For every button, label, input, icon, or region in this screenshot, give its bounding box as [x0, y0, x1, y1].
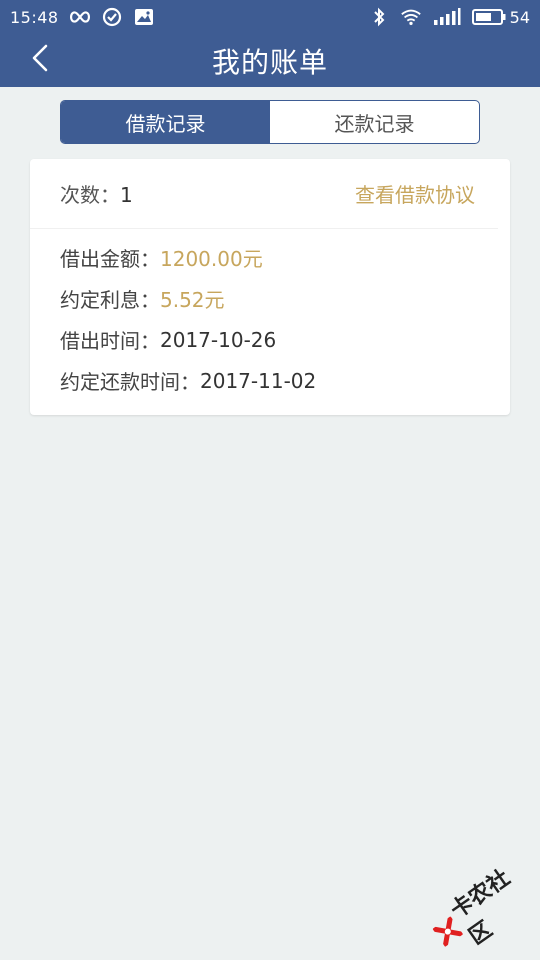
chevron-left-icon	[31, 44, 49, 76]
record-tabs: 借款记录 还款记录	[60, 100, 480, 144]
infinity-icon	[69, 7, 91, 27]
record-details: 借出金额： 1200.00元 约定利息： 5.52元 借出时间： 2017-10…	[30, 229, 510, 401]
loan-date-label: 借出时间：	[60, 329, 160, 353]
interest-label: 约定利息：	[60, 288, 160, 312]
count-line: 次数：1	[60, 179, 133, 208]
loan-amount-label: 借出金额：	[60, 247, 160, 271]
interest-value: 5.52元	[160, 288, 225, 312]
card-header: 次数：1 查看借款协议	[30, 159, 498, 229]
app-header: 我的账单	[0, 34, 540, 87]
view-agreement-link[interactable]: 查看借款协议	[355, 179, 475, 208]
count-label: 次数：	[60, 183, 120, 207]
app-screen: 15:48 54 我的账单 借款记录 还款记录 次数：1 查看借款协议 借出金额…	[0, 0, 540, 960]
wifi-icon	[400, 7, 422, 27]
watermark: 卡农社区	[417, 844, 540, 960]
battery-indicator: 54	[471, 7, 530, 27]
due-date-row: 约定还款时间： 2017-11-02	[60, 360, 510, 401]
status-bar-left: 15:48	[10, 7, 155, 27]
tab-repayment-records[interactable]: 还款记录	[270, 101, 479, 143]
status-bar-right: 54	[368, 7, 530, 27]
loan-date-value: 2017-10-26	[160, 327, 277, 352]
status-time: 15:48	[10, 7, 59, 27]
page-title: 我的账单	[211, 45, 328, 79]
due-date-label: 约定还款时间：	[60, 370, 200, 394]
loan-date-row: 借出时间： 2017-10-26	[60, 319, 510, 360]
battery-level: 54	[509, 7, 530, 27]
due-date-value: 2017-11-02	[200, 368, 317, 393]
check-circle-icon	[101, 7, 123, 27]
signal-icon	[432, 7, 462, 27]
count-value: 1	[120, 183, 133, 207]
battery-icon	[471, 7, 506, 27]
image-icon	[133, 7, 155, 27]
loan-amount-value: 1200.00元	[160, 247, 263, 271]
interest-row: 约定利息： 5.52元	[60, 278, 510, 319]
back-button[interactable]	[22, 42, 58, 78]
status-bar: 15:48 54	[0, 0, 540, 34]
tab-borrow-records[interactable]: 借款记录	[61, 101, 270, 143]
bluetooth-icon	[368, 7, 390, 27]
loan-record-card: 次数：1 查看借款协议 借出金额： 1200.00元 约定利息： 5.52元 借…	[30, 159, 510, 415]
loan-amount-row: 借出金额： 1200.00元	[60, 237, 510, 278]
